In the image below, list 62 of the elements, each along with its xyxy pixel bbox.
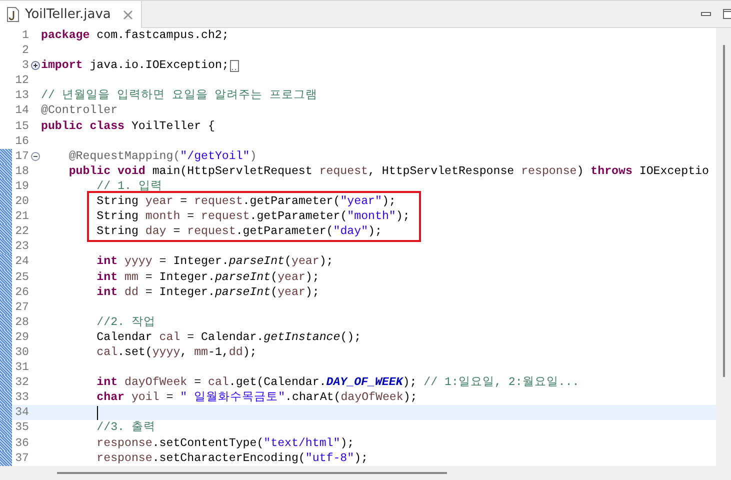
- code-line: String year = request.getParameter("year");: [96, 194, 396, 210]
- line-number: 33: [14, 390, 29, 406]
- line-number: 30: [14, 344, 29, 360]
- line-number: 3: [21, 58, 29, 74]
- code-line: cal.set(yyyy, mm-1,dd);: [96, 344, 257, 360]
- code-line: String day = request.getParameter("day");: [96, 224, 382, 240]
- line-number: 37: [14, 450, 29, 466]
- collapse-icon[interactable]: [30, 152, 40, 161]
- line-number: 25: [14, 270, 29, 285]
- code-line: String month = request.getParameter("month");: [96, 209, 410, 224]
- code-line: response.setCharacterEncoding("utf-8");: [96, 450, 368, 466]
- line-number: 35: [14, 420, 29, 436]
- folded-code-icon[interactable]: [230, 60, 239, 72]
- line-number: 32: [14, 375, 29, 390]
- java-file-icon: [7, 7, 19, 22]
- code-comment: // 1. 입력: [96, 178, 162, 194]
- line-number: 19: [14, 178, 29, 194]
- code-line: int mm = Integer.parseInt(year);: [96, 270, 320, 285]
- line-number: 27: [14, 300, 29, 315]
- code-line: import java.io.IOException;: [41, 58, 229, 74]
- expand-icon[interactable]: [30, 61, 40, 70]
- code-comment: //2. 작업: [96, 314, 156, 330]
- code-line: int dayOfWeek = cal.get(Calendar.DAY_OF_WEEK); // 1:일요일, 2:월요일...: [96, 375, 580, 390]
- code-line: response.setContentType("text/html");: [96, 436, 354, 451]
- code-comment: // 년월일을 입력하면 요일을 알려주는 프로그램: [41, 88, 318, 104]
- line-number: 23: [14, 239, 29, 254]
- close-icon[interactable]: [122, 10, 133, 20]
- line-number: 20: [14, 194, 29, 210]
- code-line: @Controller: [41, 103, 118, 119]
- line-number: 28: [14, 314, 29, 330]
- line-number: 31: [14, 360, 29, 376]
- line-number: 13: [14, 88, 29, 104]
- code-line: int yyyy = Integer.parseInt(year);: [96, 254, 334, 270]
- code-comment: //3. 출력: [96, 420, 156, 436]
- line-number: 26: [14, 284, 29, 300]
- code-line: int dd = Integer.parseInt(year);: [96, 284, 320, 300]
- line-number: 29: [14, 330, 29, 345]
- code-line: public class YoilTeller {: [41, 118, 215, 134]
- code-line: package com.fastcampus.ch2;: [41, 28, 229, 44]
- maximize-icon[interactable]: [723, 9, 731, 19]
- line-number: 22: [14, 224, 29, 240]
- line-number: 15: [14, 118, 29, 134]
- line-number: 36: [14, 436, 29, 451]
- line-number: 16: [14, 134, 29, 149]
- line-number: 12: [14, 73, 29, 88]
- horizontal-scrollbar[interactable]: [0, 466, 716, 480]
- line-number: 24: [14, 254, 29, 270]
- editor-tab[interactable]: YoilTeller.java: [0, 1, 142, 28]
- text-caret: [96, 406, 98, 420]
- line-number: 34: [14, 405, 29, 420]
- code-line: public void main(HttpServletRequest request, HttpServletResponse response) throws IOExceptio: [68, 164, 709, 179]
- code-line: @RequestMapping("/getYoil"): [68, 148, 257, 164]
- minimize-icon[interactable]: [701, 12, 711, 16]
- line-number: 2: [21, 43, 29, 58]
- line-number: 18: [14, 164, 29, 179]
- vertical-scrollbar[interactable]: [716, 28, 731, 480]
- line-number: 21: [14, 209, 29, 224]
- line-number: 17: [14, 148, 29, 164]
- line-number: 14: [14, 103, 29, 119]
- code-line: char yoil = " 일월화수목금토".charAt(dayOfWeek);: [96, 390, 418, 406]
- line-number: 1: [21, 28, 29, 44]
- code-line: Calendar cal = Calendar.getInstance();: [96, 330, 362, 345]
